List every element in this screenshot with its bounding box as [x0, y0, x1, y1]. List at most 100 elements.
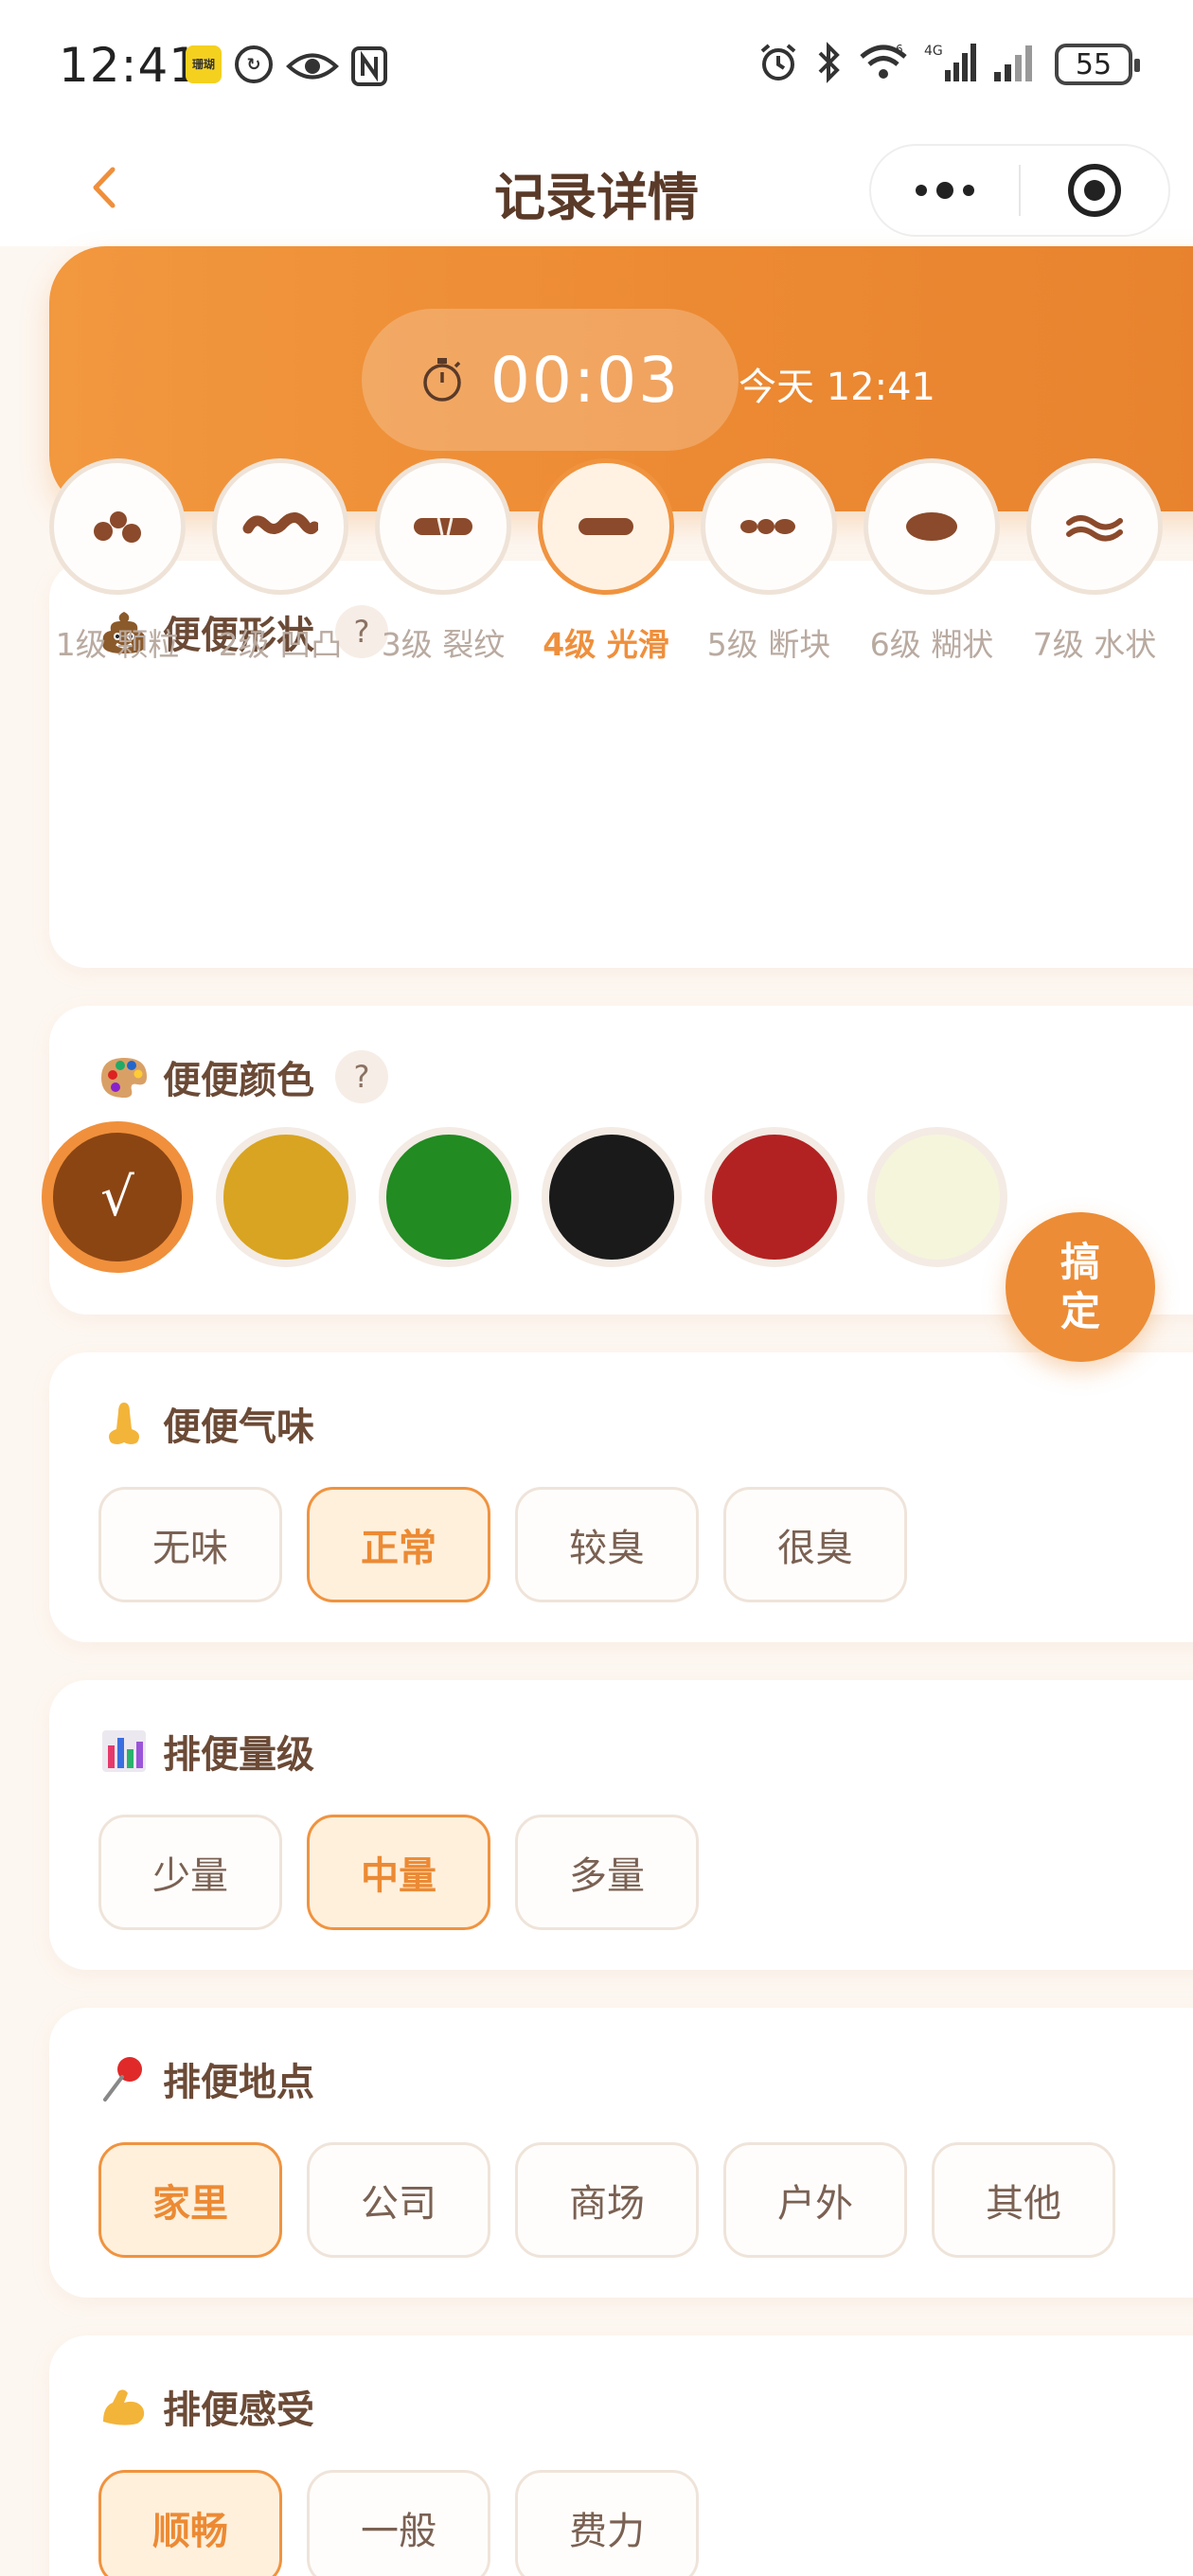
shape-circle	[701, 458, 837, 595]
smell-options: 无味 正常 较臭 很臭	[98, 1487, 907, 1602]
amount-title: 排便量级	[163, 1733, 314, 1777]
smell-card: 便便气味 无味 正常 较臭 很臭	[49, 1352, 1193, 1642]
app-badge-text: 珊瑚	[191, 58, 215, 71]
amount-option[interactable]: 中量	[307, 1815, 490, 1930]
shape-option-5[interactable]: 5级 断块	[701, 458, 837, 665]
pieces-icon	[740, 519, 795, 534]
eye-icon	[286, 45, 339, 87]
mushy-icon	[906, 512, 957, 541]
feeling-option[interactable]: 费力	[515, 2470, 699, 2576]
shape-options: 1级 颗粒 2级 凹凸 3级 裂纹 4级 光滑 5级 断块 6级 糊状 7级 水…	[49, 458, 1163, 665]
feeling-option[interactable]: 一般	[307, 2470, 490, 2576]
color-options: √	[42, 1121, 1007, 1273]
shape-option-7[interactable]: 7级 水状	[1026, 458, 1163, 665]
smell-option[interactable]: 较臭	[515, 1487, 699, 1602]
color-header: 便便颜色 ?	[98, 1049, 388, 1104]
shape-option-4[interactable]: 4级 光滑	[538, 458, 674, 665]
amount-option[interactable]: 多量	[515, 1815, 699, 1930]
amount-card: 排便量级 少量 中量 多量	[49, 1680, 1193, 1970]
color-swatch-beige[interactable]	[867, 1127, 1007, 1267]
smell-title: 便便气味	[163, 1405, 314, 1449]
shape-circle	[864, 458, 1000, 595]
cracked-icon	[414, 517, 472, 536]
shape-option-1[interactable]: 1级 颗粒	[49, 458, 186, 665]
location-option[interactable]: 商场	[515, 2142, 699, 2258]
close-miniprogram-button[interactable]	[1021, 146, 1168, 235]
more-button[interactable]	[871, 146, 1019, 235]
status-bar: 12:41 珊瑚 ↻ 6 4G 55	[0, 0, 1193, 133]
feeling-header: 排便感受	[98, 2379, 314, 2434]
smell-option[interactable]: 正常	[307, 1487, 490, 1602]
app-notification-icon: 珊瑚	[186, 45, 222, 83]
pellets-icon	[94, 511, 141, 543]
nav-bar: 记录详情	[0, 133, 1193, 246]
shape-option-6[interactable]: 6级 糊状	[864, 458, 1000, 665]
bluetooth-icon	[814, 42, 843, 87]
location-options: 家里 公司 商场 户外 其他	[98, 2142, 1115, 2258]
network-label: 4G	[924, 44, 943, 59]
shape-label: 3级 裂纹	[381, 626, 506, 663]
flexed-biceps-icon	[98, 2381, 150, 2432]
feeling-options: 顺畅 一般 费力	[98, 2470, 699, 2576]
shape-option-2[interactable]: 2级 凹凸	[212, 458, 348, 665]
smell-option[interactable]: 无味	[98, 1487, 282, 1602]
stopwatch-icon	[423, 358, 461, 402]
lumpy-icon	[242, 512, 318, 535]
location-header: 排便地点	[98, 2051, 314, 2106]
timer-value: 00:03	[490, 343, 681, 417]
miniprogram-capsule	[869, 144, 1170, 237]
shape-label: 1级 颗粒	[55, 626, 180, 663]
target-icon	[1067, 164, 1121, 217]
location-title: 排便地点	[163, 2061, 314, 2104]
signal-icon	[992, 42, 1040, 87]
smooth-icon	[579, 518, 633, 535]
sync-icon: ↻	[235, 45, 273, 83]
fab-text-1: 搞	[1059, 1239, 1100, 1285]
shape-label: 5级 断块	[706, 626, 831, 663]
amount-option[interactable]: 少量	[98, 1815, 282, 1930]
feeling-title: 排便感受	[163, 2388, 314, 2432]
amount-header: 排便量级	[98, 1724, 314, 1779]
location-option[interactable]: 公司	[307, 2142, 490, 2258]
palette-icon	[98, 1051, 150, 1102]
location-option[interactable]: 其他	[932, 2142, 1115, 2258]
status-right-group: 6 4G 55	[757, 42, 1140, 87]
wifi-icon: 6	[858, 42, 909, 87]
smell-option[interactable]: 很臭	[723, 1487, 907, 1602]
feeling-option[interactable]: 顺畅	[98, 2470, 282, 2576]
color-title: 便便颜色	[163, 1059, 314, 1102]
location-option[interactable]: 户外	[723, 2142, 907, 2258]
done-fab-button[interactable]: 搞 定	[1006, 1212, 1155, 1362]
amount-options: 少量 中量 多量	[98, 1815, 699, 1930]
shape-label: 4级 光滑	[543, 626, 669, 663]
smell-header: 便便气味	[98, 1396, 314, 1451]
color-swatch-black[interactable]	[542, 1127, 682, 1267]
shape-circle	[375, 458, 511, 595]
color-swatch-yellow[interactable]	[216, 1127, 356, 1267]
location-card: 排便地点 家里 公司 商场 户外 其他	[49, 2008, 1193, 2298]
nfc-icon	[350, 45, 388, 87]
shape-circle	[1026, 458, 1163, 595]
shape-circle	[49, 458, 186, 595]
pushpin-icon	[98, 2053, 150, 2104]
battery-level: 55	[1075, 47, 1113, 81]
color-swatch-green[interactable]	[379, 1127, 519, 1267]
feeling-card: 排便感受 顺畅 一般 费力	[49, 2335, 1193, 2576]
wifi-label: 6	[896, 43, 903, 56]
watery-icon	[1066, 515, 1123, 542]
shape-label: 7级 水状	[1032, 626, 1157, 663]
nose-icon	[98, 1398, 150, 1449]
shape-label: 6级 糊状	[869, 626, 994, 663]
signal-4g-icon: 4G	[924, 42, 977, 87]
shape-circle	[212, 458, 348, 595]
color-swatch-red[interactable]	[704, 1127, 845, 1267]
alarm-icon	[757, 42, 799, 87]
status-time: 12:41	[59, 38, 201, 93]
location-option[interactable]: 家里	[98, 2142, 282, 2258]
color-swatch-brown[interactable]: √	[42, 1121, 193, 1273]
check-icon: √	[100, 1166, 134, 1228]
shape-option-3[interactable]: 3级 裂纹	[375, 458, 511, 665]
shape-circle	[538, 458, 674, 595]
bar-chart-icon	[98, 1726, 150, 1777]
color-help-button[interactable]: ?	[335, 1050, 388, 1103]
